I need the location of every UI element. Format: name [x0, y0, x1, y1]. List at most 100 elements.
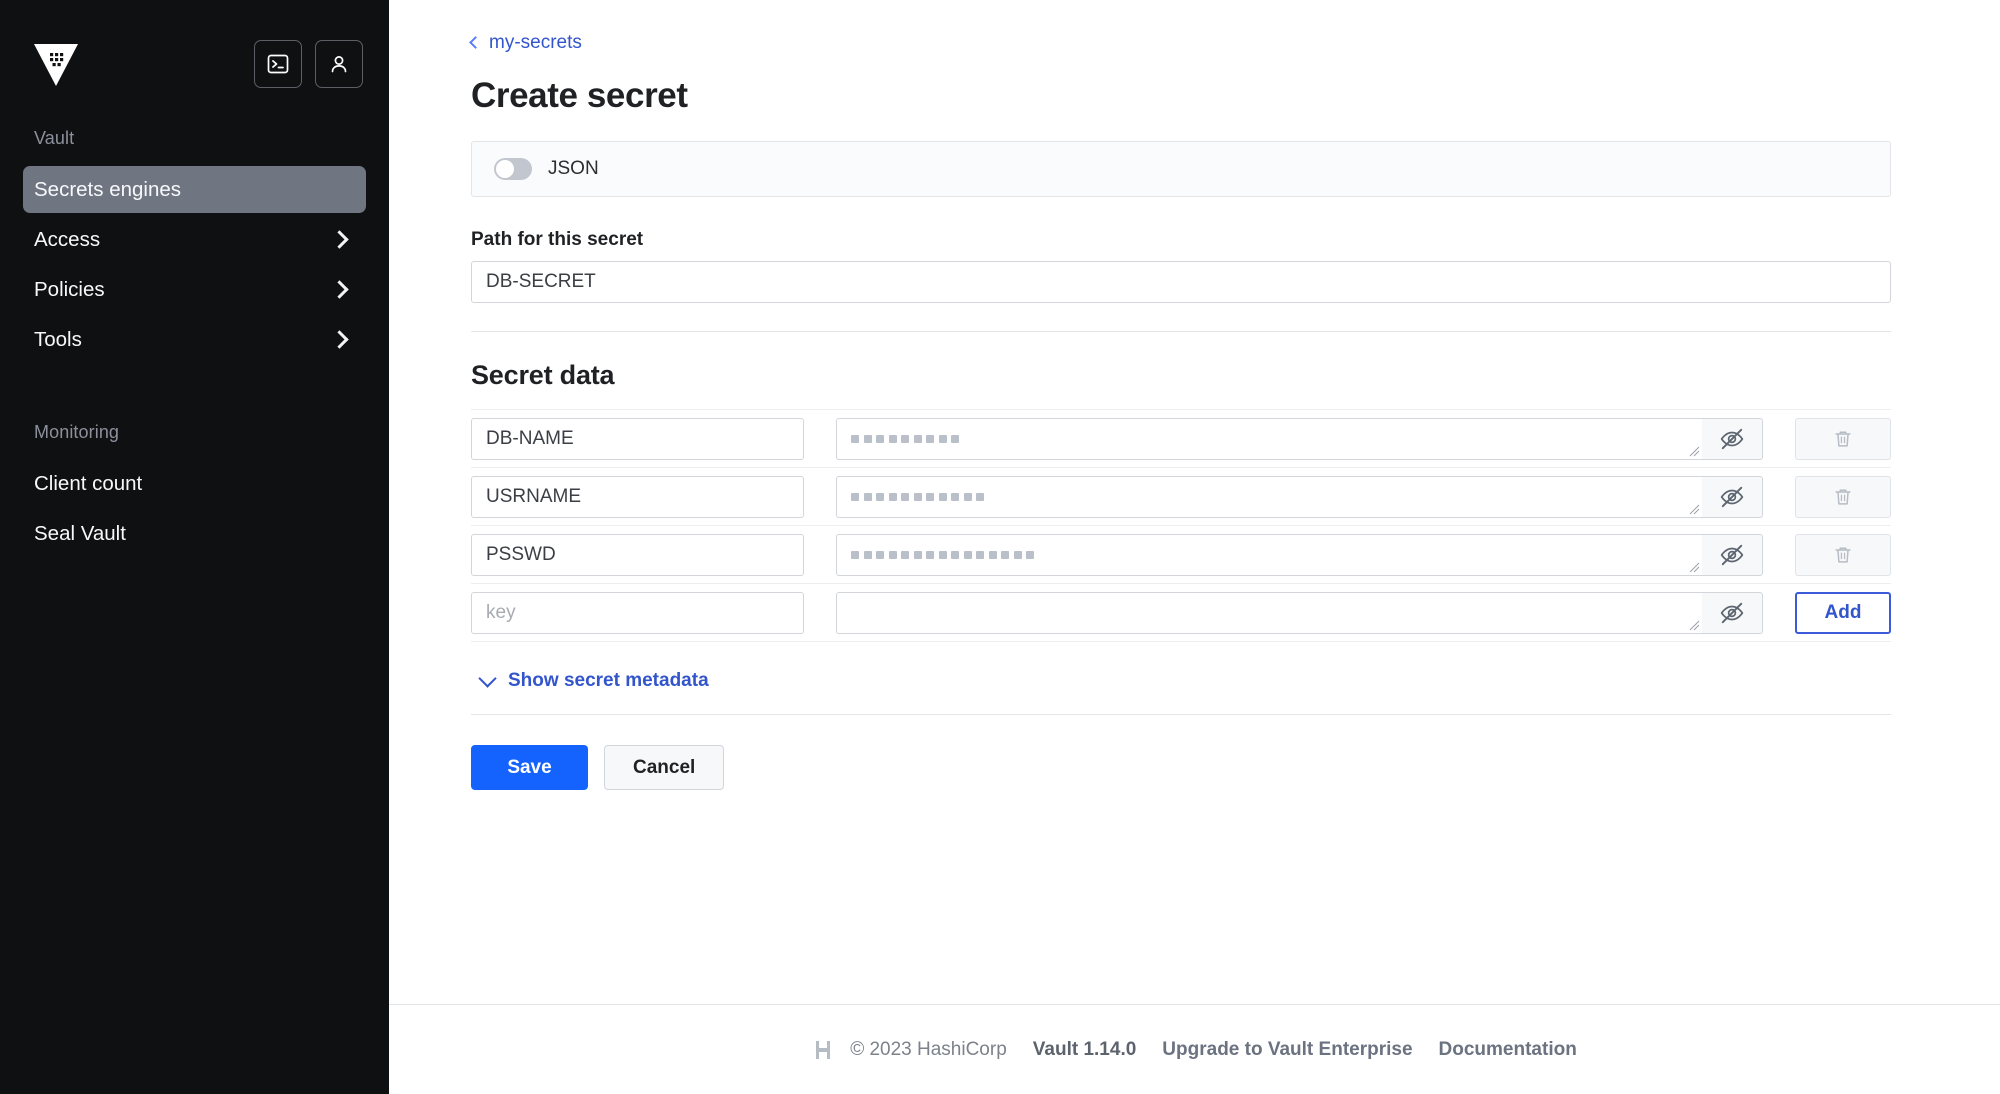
path-input[interactable]: [471, 261, 1891, 303]
table-row: [471, 410, 1891, 468]
secret-key-input[interactable]: [471, 418, 804, 460]
masked-char: [901, 551, 909, 559]
console-toggle-button[interactable]: [254, 40, 302, 88]
secret-value-masked[interactable]: [836, 476, 1702, 518]
footer-copyright: © 2023 HashiCorp: [850, 1038, 1007, 1060]
chevron-right-icon: [330, 330, 349, 349]
hashicorp-logo-icon: [816, 1040, 831, 1059]
chevron-down-icon: [478, 669, 497, 688]
page-content: my-secrets Create secret JSON Path for t…: [389, 0, 2000, 1004]
eye-off-icon: [1720, 602, 1744, 624]
sidebar-item-seal-vault[interactable]: Seal Vault: [23, 510, 366, 557]
secret-value-cell: [836, 476, 1763, 518]
json-toggle[interactable]: [494, 158, 532, 180]
resize-handle-icon: [1689, 504, 1700, 515]
delete-row-button[interactable]: [1795, 534, 1891, 576]
sidebar-item-tools[interactable]: Tools: [23, 316, 366, 363]
save-button[interactable]: Save: [471, 745, 588, 790]
secret-value-cell: [836, 418, 1763, 460]
masked-char: [913, 493, 922, 501]
secret-value-cell: [836, 592, 1763, 634]
page-title: Create secret: [471, 76, 688, 115]
show-secret-metadata-toggle[interactable]: Show secret metadata: [478, 669, 1891, 692]
secret-key-cell: [471, 476, 804, 518]
secret-key-input[interactable]: [471, 534, 804, 576]
user-icon: [331, 56, 347, 73]
footer-content: © 2023 HashiCorp Vault 1.14.0 Upgrade to…: [812, 1038, 1577, 1062]
secret-key-cell: [471, 592, 804, 634]
table-row: [471, 526, 1891, 584]
table-row: [471, 468, 1891, 526]
json-toggle-label: JSON: [548, 158, 599, 179]
form-actions: Save Cancel: [471, 745, 1891, 790]
masked-char: [888, 493, 897, 501]
masked-char: [901, 435, 909, 443]
footer-documentation-link[interactable]: Documentation: [1439, 1039, 1577, 1061]
secret-value-masked[interactable]: [836, 418, 1702, 460]
secret-key-input[interactable]: [471, 592, 804, 634]
app-root: Vault Secrets engines Access Policies To…: [0, 0, 2000, 1094]
secret-data-rows: Add: [471, 409, 1891, 642]
vault-logo-icon[interactable]: [30, 38, 82, 90]
toggle-value-visibility-button[interactable]: [1701, 534, 1763, 576]
sidebar-item-label: Client count: [34, 471, 143, 495]
secret-key-cell: [471, 418, 804, 460]
secret-key-input[interactable]: [471, 476, 804, 518]
terminal-icon: [267, 54, 289, 74]
sidebar-item-label: Tools: [34, 327, 82, 351]
masked-char: [938, 551, 947, 559]
secret-value-masked[interactable]: [836, 534, 1702, 576]
trash-icon: [1835, 431, 1851, 447]
sidebar-item-access[interactable]: Access: [23, 216, 366, 263]
masked-char: [988, 551, 997, 559]
delete-row-button[interactable]: [1795, 418, 1891, 460]
toggle-value-visibility-button[interactable]: [1701, 592, 1763, 634]
masked-char: [863, 493, 872, 501]
masked-char: [888, 435, 897, 443]
delete-row-button[interactable]: [1795, 476, 1891, 518]
secret-value-cell: [836, 534, 1763, 576]
show-secret-metadata-label: Show secret metadata: [508, 670, 709, 691]
secret-value-masked[interactable]: [836, 592, 1702, 634]
masked-char: [876, 551, 884, 559]
user-menu-button[interactable]: [315, 40, 363, 88]
content-container: my-secrets Create secret JSON Path for t…: [469, 32, 1891, 790]
breadcrumb[interactable]: my-secrets: [469, 32, 1891, 54]
sidebar: Vault Secrets engines Access Policies To…: [0, 0, 389, 1094]
trash-icon: [1835, 489, 1851, 505]
main-area: my-secrets Create secret JSON Path for t…: [389, 0, 2000, 1094]
masked-char: [1026, 551, 1034, 559]
sidebar-item-secrets-engines[interactable]: Secrets engines: [23, 166, 366, 213]
cancel-button[interactable]: Cancel: [604, 745, 725, 790]
secret-data-title: Secret data: [471, 360, 615, 390]
sidebar-item-policies[interactable]: Policies: [23, 266, 366, 313]
path-field-label: Path for this secret: [471, 229, 644, 250]
sidebar-item-client-count[interactable]: Client count: [23, 460, 366, 507]
masked-char: [963, 493, 972, 501]
masked-char: [876, 435, 884, 443]
footer-upgrade-link[interactable]: Upgrade to Vault Enterprise: [1162, 1039, 1412, 1061]
add-row-button[interactable]: Add: [1795, 592, 1891, 634]
path-field-group: Path for this secret: [471, 229, 1891, 303]
toggle-value-visibility-button[interactable]: [1701, 476, 1763, 518]
toggle-knob: [496, 160, 514, 178]
toggle-value-visibility-button[interactable]: [1701, 418, 1763, 460]
masked-char: [851, 435, 859, 443]
sidebar-item-label: Seal Vault: [34, 521, 126, 545]
sidebar-item-label: Secrets engines: [34, 177, 182, 201]
resize-handle-icon: [1689, 562, 1700, 573]
masked-char: [888, 551, 897, 559]
masked-char: [951, 493, 959, 501]
sidebar-section-label-vault: Vault: [34, 128, 75, 148]
masked-char: [951, 551, 959, 559]
json-toggle-bar: JSON: [471, 141, 1891, 197]
eye-off-icon: [1720, 544, 1744, 566]
masked-char: [913, 551, 922, 559]
masked-char: [876, 493, 884, 501]
masked-char: [976, 551, 984, 559]
masked-char: [926, 551, 934, 559]
masked-dots: [851, 551, 1034, 559]
sidebar-nav-monitoring: Client count Seal Vault: [0, 457, 389, 560]
eye-off-icon: [1720, 428, 1744, 450]
footer: © 2023 HashiCorp Vault 1.14.0 Upgrade to…: [389, 1004, 2000, 1094]
